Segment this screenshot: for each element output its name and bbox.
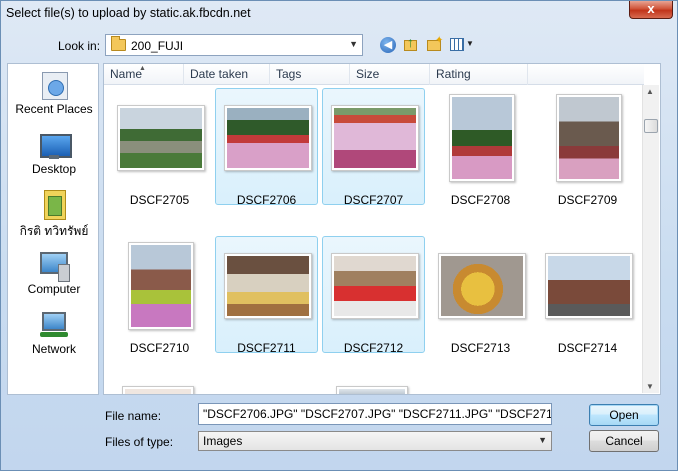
file-name-label: DSCF2712 xyxy=(343,341,404,355)
file-name-label: DSCF2705 xyxy=(129,193,190,207)
file-name-label: File name: xyxy=(105,409,162,423)
back-button[interactable]: ◀ xyxy=(378,35,398,55)
file-name-label: DSCF2711 xyxy=(237,341,296,355)
file-thumbnail-item[interactable]: DSCF2711 xyxy=(215,236,318,355)
close-icon: x xyxy=(647,1,655,16)
photo-thumbnail xyxy=(545,253,633,319)
look-in-label: Look in: xyxy=(58,39,101,53)
chevron-down-icon: ▼ xyxy=(538,435,547,445)
file-thumbnail-item[interactable]: DSCF2712 xyxy=(322,236,425,355)
column-header-tags[interactable]: Tags xyxy=(270,64,350,85)
photo-thumbnail xyxy=(556,94,622,182)
file-thumbnail-item[interactable]: DSCF2714 xyxy=(536,236,639,355)
column-header-row: ▲ Name Date taken Tags Size Rating xyxy=(104,64,644,85)
open-button[interactable]: Open xyxy=(589,404,659,426)
chevron-down-icon: ▼ xyxy=(466,39,474,48)
place-label: Recent Places xyxy=(15,102,93,116)
place-label: Desktop xyxy=(31,162,77,176)
file-name-label: DSCF2714 xyxy=(557,341,618,355)
chevron-down-icon: ▼ xyxy=(349,39,358,49)
column-header-name[interactable]: ▲ Name xyxy=(104,64,184,85)
photo-thumbnail xyxy=(331,105,419,171)
look-in-dropdown[interactable]: 200_FUJI ▼ xyxy=(105,34,363,56)
file-name-label: DSCF2710 xyxy=(129,341,190,355)
file-thumbnail-item[interactable]: DSCF2705 xyxy=(108,88,211,207)
new-folder-button[interactable]: ✦ xyxy=(424,35,444,55)
place-label: Computer xyxy=(27,282,81,296)
photo-thumbnail xyxy=(438,253,526,319)
file-name-label: DSCF2713 xyxy=(450,341,511,355)
title-bar: Select file(s) to upload by static.ak.fb… xyxy=(1,1,677,23)
file-thumbnail-item[interactable]: DSCF2709 xyxy=(536,88,639,207)
photo-thumbnail xyxy=(117,105,205,171)
file-name-label: DSCF2708 xyxy=(450,193,511,207)
files-of-type-dropdown[interactable]: Images ▼ xyxy=(198,431,552,451)
folder-icon xyxy=(111,36,126,51)
recent-places-icon xyxy=(38,70,70,100)
place-label: Network xyxy=(31,342,76,356)
file-thumbnail-item[interactable]: DSCF2713 xyxy=(429,236,532,355)
close-button[interactable]: x xyxy=(629,1,673,19)
photo-thumbnail xyxy=(128,242,194,330)
desktop-icon xyxy=(38,130,72,160)
up-one-level-button[interactable]: ↑ xyxy=(401,34,421,55)
sort-ascending-icon: ▲ xyxy=(139,65,146,72)
photo-thumbnail xyxy=(449,94,515,182)
column-header-date-taken[interactable]: Date taken xyxy=(184,64,270,85)
views-menu-button[interactable]: ▼ xyxy=(448,35,476,55)
photo-thumbnail xyxy=(224,105,312,171)
cancel-button[interactable]: Cancel xyxy=(589,430,659,452)
network-icon xyxy=(38,310,70,340)
file-name-label: DSCF2706 xyxy=(236,193,297,207)
scroll-up-arrow-icon[interactable]: ▲ xyxy=(646,87,654,96)
view-grid-icon xyxy=(450,38,464,51)
user-folder-icon xyxy=(38,190,70,220)
place-recent-places[interactable]: Recent Places xyxy=(8,70,100,116)
look-in-value: 200_FUJI xyxy=(131,39,184,53)
file-name-label: DSCF2707 xyxy=(343,193,404,207)
files-of-type-value: Images xyxy=(203,434,243,448)
places-bar: Recent Places Desktop กิรติ ทวิทรัพย์ Co… xyxy=(7,63,99,395)
place-label: กิรติ ทวิทรัพย์ xyxy=(19,224,89,238)
file-thumbnail-item[interactable]: DSCF2707 xyxy=(322,88,425,207)
vertical-scrollbar[interactable]: ▲ ▼ xyxy=(642,85,659,393)
file-list-pane[interactable]: ▲ Name Date taken Tags Size Rating DSCF27… xyxy=(103,63,661,395)
place-user-folder[interactable]: กิรติ ทวิทรัพย์ xyxy=(8,190,100,241)
file-name-input[interactable]: "DSCF2706.JPG" "DSCF2707.JPG" "DSCF2711.… xyxy=(198,403,552,425)
back-arrow-icon: ◀ xyxy=(380,37,396,53)
window-title: Select file(s) to upload by static.ak.fb… xyxy=(6,6,251,20)
computer-icon xyxy=(38,250,70,282)
photo-thumbnail[interactable] xyxy=(122,386,194,394)
file-name-label: DSCF2709 xyxy=(557,193,618,207)
file-upload-dialog: Select file(s) to upload by static.ak.fb… xyxy=(0,0,678,471)
place-network[interactable]: Network xyxy=(8,310,100,356)
file-thumbnail-item[interactable]: DSCF2706 xyxy=(215,88,318,207)
place-computer[interactable]: Computer xyxy=(8,250,100,296)
file-thumbnail-item[interactable]: DSCF2708 xyxy=(429,88,532,207)
column-header-size[interactable]: Size xyxy=(350,64,430,85)
column-header-rating[interactable]: Rating xyxy=(430,64,528,85)
photo-thumbnail[interactable] xyxy=(336,386,408,394)
photo-thumbnail xyxy=(331,253,419,319)
scrollbar-thumb[interactable] xyxy=(644,119,658,133)
scroll-down-arrow-icon[interactable]: ▼ xyxy=(646,382,654,391)
place-desktop[interactable]: Desktop xyxy=(8,130,100,176)
files-of-type-label: Files of type: xyxy=(105,435,174,449)
file-thumbnail-item[interactable]: DSCF2710 xyxy=(108,236,211,355)
photo-thumbnail xyxy=(224,253,312,319)
